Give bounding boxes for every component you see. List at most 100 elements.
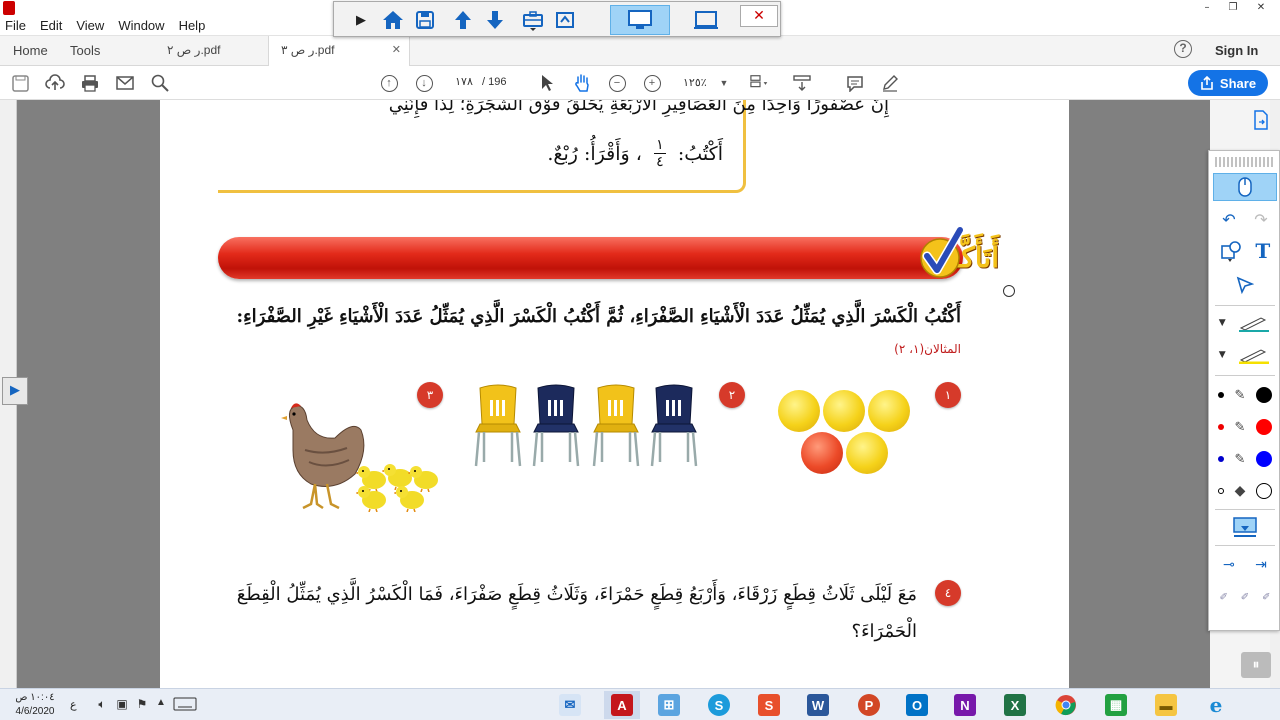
toolbox-icon[interactable] [520,7,546,33]
save-icon[interactable] [412,7,438,33]
taskbar-app-powerpoint[interactable]: P [851,691,887,719]
print-icon[interactable] [80,73,100,93]
pen-icon[interactable] [880,73,900,93]
pointer-select-icon[interactable] [1236,276,1254,294]
menu-edit[interactable]: Edit [40,18,62,33]
arrow-up-icon[interactable] [450,7,476,33]
highlighter-dropdown-icon[interactable]: ▼ [1219,350,1226,360]
taskbar-app-onenote[interactable]: N [947,691,983,719]
taskbar-app-tool[interactable]: ⊞ [651,691,687,719]
clock[interactable]: ١٠:٠٤ ص 4/6/2020 [10,691,60,719]
red-color-swatch[interactable] [1255,419,1272,435]
menu-window[interactable]: Window [118,18,164,33]
help-icon[interactable]: ? [1174,40,1192,58]
folder-icon: ▬ [1155,694,1177,716]
search-zoom-icon[interactable] [150,73,170,93]
line-arrow-icon[interactable]: ⊸ [1223,557,1235,573]
taskbar-app-s[interactable]: S [751,691,787,719]
taskbar-app-ie[interactable]: e [1198,691,1234,719]
flag-icon[interactable]: ⚑ [134,697,150,713]
minimize-button[interactable]: – [1194,0,1220,16]
arrow-down-icon[interactable] [482,7,508,33]
home-icon[interactable] [380,7,406,33]
taskbar-app-mail[interactable]: ✉ [552,691,588,719]
taskbar-app-word[interactable]: W [800,691,836,719]
acrobat-app-icon: A [611,694,633,716]
play-icon[interactable]: ▶ [348,7,374,33]
checkmark-icon [920,226,964,278]
red-pen-row[interactable]: ✎ [1213,413,1277,441]
taskbar-app-green[interactable]: ▦ [1098,691,1134,719]
page-number-input[interactable]: ١٧٨ [447,75,481,92]
mouse-mode-button[interactable] [1213,173,1277,201]
network-icon[interactable]: ▣ [114,697,130,713]
page-display-icon[interactable] [750,73,770,93]
tab-tools[interactable]: Tools [70,36,100,65]
highlighter-icon[interactable] [1237,346,1271,364]
panel-toggle-button[interactable]: ⏸ [1241,652,1271,678]
show-navigation-panel-button[interactable]: ▶ [2,377,28,405]
document-tab[interactable]: ر ص ٢.pdf [155,36,267,65]
menu-help[interactable]: Help [179,18,206,33]
taskbar-app-explorer[interactable]: ▬ [1148,691,1184,719]
mini-pen-icon[interactable]: ✐ [1262,592,1270,603]
shapes-icon[interactable] [1220,240,1242,262]
next-page-icon[interactable]: ↓ [414,73,434,93]
zoom-level[interactable]: ١٢٥٪ [683,76,707,89]
hand-tool-icon[interactable] [572,73,592,93]
menu-file[interactable]: File [5,18,26,33]
menu-view[interactable]: View [76,18,104,33]
close-window-button[interactable]: ✕ [1248,0,1274,16]
pen-dropdown-icon[interactable]: ▼ [1219,318,1226,328]
acrobat-icon [3,1,15,15]
pen-icon[interactable] [1237,314,1271,332]
capture-icon[interactable] [1232,516,1258,538]
redo-icon[interactable]: ↷ [1254,210,1267,229]
taskbar-app-chrome[interactable] [1048,691,1084,719]
panel-grip[interactable] [1215,157,1273,167]
share-button[interactable]: Share [1188,70,1268,96]
taskbar-app-skype[interactable]: S [701,691,737,719]
scroll-mode-icon[interactable] [792,73,812,93]
text-tool-icon[interactable]: T [1255,239,1270,263]
previous-page-icon[interactable]: ↑ [379,73,399,93]
insert-icon[interactable]: ⇥ [1255,557,1267,573]
sign-in-link[interactable]: Sign In [1215,36,1258,65]
tab-bar: Home Tools ر ص ٢.pdf ر ص ٣.pdf ✕ ? Sign … [0,36,1280,66]
zoom-out-icon[interactable]: − [607,73,627,93]
presentation-mode-button[interactable] [676,5,736,35]
language-indicator[interactable]: ع [70,698,77,711]
undo-icon[interactable]: ↶ [1222,210,1235,229]
maximize-button[interactable]: ❐ [1220,0,1246,16]
eraser-row[interactable]: ◆ [1213,477,1277,505]
close-toolbar-button[interactable]: ✕ [740,5,778,27]
comment-icon[interactable] [845,73,865,93]
show-hidden-icons[interactable]: ▲ [153,697,169,713]
blue-pen-row[interactable]: ✎ [1213,445,1277,473]
export-pdf-icon[interactable] [1253,110,1269,130]
zoom-in-icon[interactable]: + [642,73,662,93]
close-tab-icon[interactable]: ✕ [392,36,401,65]
screenshot-icon[interactable] [552,7,578,33]
taskbar-app-outlook[interactable]: O [899,691,935,719]
taskbar-app-acrobat[interactable]: A [604,691,640,719]
upload-cloud-icon[interactable] [45,73,65,93]
volume-icon[interactable]: 🔈︎ [94,697,110,713]
email-icon[interactable] [115,73,135,93]
zoom-dropdown-icon[interactable]: ▼ [714,73,734,93]
save-file-icon[interactable] [10,73,30,93]
blue-color-swatch[interactable] [1255,451,1272,467]
document-tab-active[interactable]: ر ص ٣.pdf ✕ [268,36,410,66]
black-color-swatch[interactable] [1255,387,1272,403]
desktop-mode-button[interactable] [610,5,670,35]
tab-home[interactable]: Home [13,36,48,65]
examples-reference: المثالان(١، ٢) [894,342,961,356]
white-color-swatch[interactable] [1255,483,1272,499]
write-label: أَكْتُبُ: [677,142,723,165]
mini-pen-icon[interactable]: ✐ [1219,592,1227,603]
select-cursor-icon[interactable] [537,73,557,93]
mini-pen-icon[interactable]: ✐ [1241,592,1249,603]
keyboard-icon[interactable] [172,697,198,713]
taskbar-app-excel[interactable]: X [997,691,1033,719]
black-pen-row[interactable]: ✎ [1213,381,1277,409]
